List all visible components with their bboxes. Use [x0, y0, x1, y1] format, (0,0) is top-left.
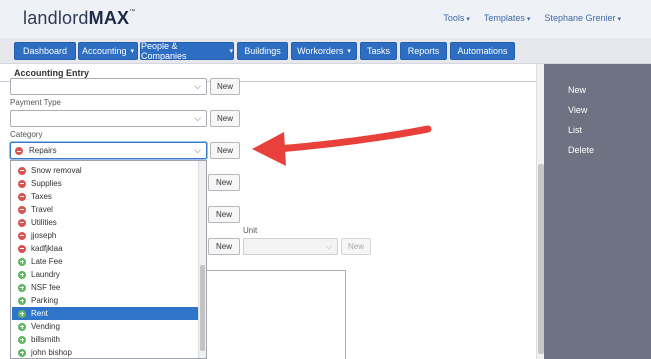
nav-accounting[interactable]: Accounting ▾	[78, 42, 138, 60]
page-title: Accounting Entry	[14, 68, 90, 78]
list-item[interactable]: Snow removal	[12, 164, 198, 177]
plus-circle-icon	[18, 309, 26, 318]
dropdown-scrollbar[interactable]	[198, 161, 206, 358]
list-item-selected[interactable]: Rent	[12, 307, 198, 320]
app-header: landlordMAX™ Tools ▾ Templates ▾ Stephane …	[0, 0, 651, 38]
nav-buildings[interactable]: Buildings	[237, 42, 288, 60]
app-logo[interactable]: landlordMAX™	[23, 8, 135, 29]
nav-workorders[interactable]: Workorders ▾	[291, 42, 357, 60]
account-select[interactable]: ⌵	[10, 78, 207, 95]
chevron-down-icon: ▾	[229, 48, 233, 55]
chevron-down-icon: ⌵	[194, 81, 201, 91]
unit-label: Unit	[243, 226, 258, 235]
new-button[interactable]: New	[208, 206, 240, 223]
plus-circle-icon	[18, 335, 26, 344]
minus-circle-icon	[18, 218, 26, 227]
category-value: Repairs	[29, 146, 57, 155]
list-item[interactable]: kadfjklaa	[12, 242, 198, 255]
list-item[interactable]: Travel	[12, 203, 198, 216]
plus-circle-icon	[18, 270, 26, 279]
list-item[interactable]: Laundry	[12, 268, 198, 281]
list-item[interactable]: jjoseph	[12, 229, 198, 242]
list-item[interactable]: Vending	[12, 320, 198, 333]
minus-circle-icon	[18, 244, 26, 253]
chevron-down-icon: ▾	[130, 48, 135, 55]
minus-circle-icon	[18, 179, 26, 188]
nav-automations[interactable]: Automations	[450, 42, 515, 60]
new-building-button[interactable]: New	[208, 238, 240, 255]
minus-circle-icon	[18, 192, 26, 201]
chevron-down-icon: ▾	[526, 16, 531, 23]
plus-circle-icon	[18, 296, 26, 305]
sidebar-item-view[interactable]: View	[568, 105, 587, 115]
nav-dashboard[interactable]: Dashboard	[14, 42, 76, 60]
nav-people-companies[interactable]: People & Companies ▾	[140, 41, 234, 61]
logo-bold: MAX	[88, 8, 130, 28]
minus-circle-icon	[15, 147, 23, 155]
chevron-down-icon: ▾	[466, 16, 470, 23]
plus-circle-icon	[18, 348, 26, 357]
topnav-templates[interactable]: Templates ▾	[484, 13, 531, 23]
payment-type-label: Payment Type	[10, 98, 61, 107]
payment-type-select[interactable]: ⌵	[10, 110, 207, 127]
list-item[interactable]: Supplies	[12, 177, 198, 190]
action-sidebar: New View List Delete	[544, 64, 651, 359]
new-unit-button[interactable]: New	[341, 238, 371, 255]
category-select[interactable]: Repairs ⌵	[10, 142, 207, 159]
minus-circle-icon	[18, 231, 26, 240]
sidebar-item-new[interactable]: New	[568, 85, 586, 95]
new-account-button[interactable]: New	[210, 78, 240, 95]
chevron-down-icon: ▾	[347, 48, 351, 55]
list-item[interactable]: Parking	[12, 294, 198, 307]
main-nav: Dashboard Accounting ▾ People & Companies…	[0, 38, 651, 64]
chevron-down-icon: ⌵	[194, 145, 201, 155]
list-item[interactable]: Taxes	[12, 190, 198, 203]
list-item[interactable]: billsmith	[12, 333, 198, 346]
plus-circle-icon	[18, 257, 26, 266]
topnav-user[interactable]: Stephane Grenier ▾	[544, 13, 621, 23]
topnav-tools[interactable]: Tools ▾	[443, 13, 470, 23]
unit-select[interactable]: ⌵	[243, 238, 338, 255]
chevron-down-icon: ⌵	[194, 113, 201, 123]
nav-reports[interactable]: Reports	[400, 42, 447, 60]
page-scrollbar[interactable]	[536, 64, 544, 359]
new-button[interactable]: New	[208, 174, 240, 191]
category-dropdown-list[interactable]: Snow removal Supplies Taxes Travel Utili…	[10, 160, 207, 359]
minus-circle-icon	[18, 205, 26, 214]
list-item[interactable]: NSF fee	[12, 281, 198, 294]
list-item[interactable]: Utilities	[12, 216, 198, 229]
plus-circle-icon	[18, 322, 26, 331]
new-category-button[interactable]: New	[210, 142, 240, 159]
new-payment-type-button[interactable]: New	[210, 110, 240, 127]
chevron-down-icon: ▾	[617, 16, 621, 23]
notes-textarea[interactable]	[205, 270, 346, 359]
nav-tasks[interactable]: Tasks	[360, 42, 397, 60]
sidebar-item-delete[interactable]: Delete	[568, 145, 594, 155]
minus-circle-icon	[18, 166, 26, 175]
sidebar-item-list[interactable]: List	[568, 125, 582, 135]
dropdown-scrollbar-thumb[interactable]	[200, 265, 205, 351]
list-item[interactable]: john bishop	[12, 346, 198, 358]
plus-circle-icon	[18, 283, 26, 292]
list-item[interactable]: Late Fee	[12, 255, 198, 268]
logo-tm: ™	[129, 9, 136, 15]
logo-prefix: landlord	[23, 8, 89, 28]
top-nav: Tools ▾ Templates ▾ Stephane Grenier ▾	[443, 13, 621, 23]
chevron-down-icon: ⌵	[325, 241, 332, 251]
category-label: Category	[10, 130, 43, 139]
